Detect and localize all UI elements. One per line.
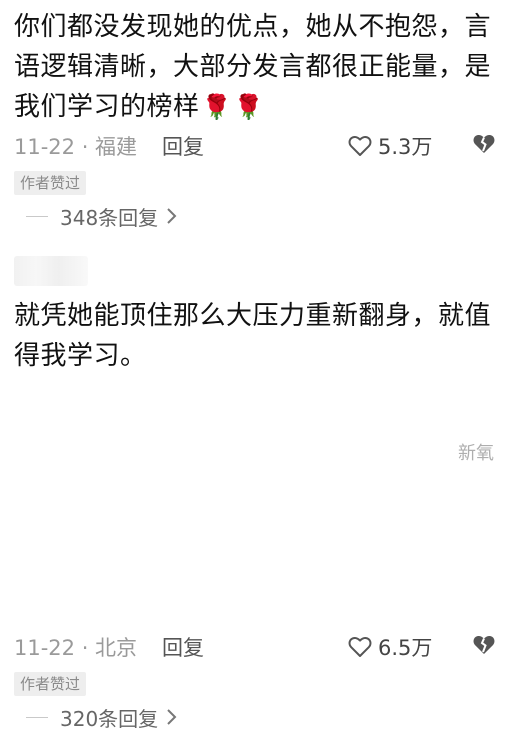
author-liked-badge: 作者赞过	[14, 171, 87, 195]
like-button[interactable]: 5.3万	[348, 131, 432, 161]
dislike-button[interactable]	[472, 133, 496, 160]
like-count: 5.3万	[378, 135, 433, 159]
rose-icon: 🌹	[201, 93, 232, 121]
comment-text: 你们都没发现她的优点，她从不抱怨，言语逻辑清晰，大部分发言都很正能量，是我们学习…	[14, 7, 492, 127]
broken-heart-icon	[473, 635, 495, 654]
chevron-right-icon	[167, 709, 177, 725]
dislike-button[interactable]	[472, 634, 496, 661]
reply-button[interactable]: 回复	[162, 131, 204, 161]
heart-outline-icon	[348, 135, 372, 156]
chevron-right-icon	[167, 208, 177, 224]
author-liked-badge: 作者赞过	[14, 672, 87, 696]
replies-count: 348条回复	[60, 205, 159, 230]
like-button[interactable]: 6.5万	[348, 632, 432, 662]
broken-heart-icon	[473, 134, 495, 153]
comment-meta: 11-22 · 北京 回复 6.5万	[14, 632, 496, 662]
reply-button[interactable]: 回复	[162, 632, 204, 662]
comment-meta: 11-22 · 福建 回复 5.3万	[14, 131, 496, 161]
divider-dash	[26, 215, 48, 217]
divider-dash	[26, 716, 48, 718]
blurred-username	[14, 256, 88, 286]
comment-time-location: 11-22 · 福建	[14, 135, 138, 159]
comment-text: 就凭她能顶住那么大压力重新翻身，就值得我学习。	[14, 301, 492, 371]
view-replies-link[interactable]: 320条回复	[26, 702, 178, 732]
rose-icon: 🌹	[233, 93, 265, 121]
watermark: 新氧	[458, 443, 494, 464]
heart-outline-icon	[348, 636, 372, 657]
view-replies-link[interactable]: 348条回复	[26, 201, 178, 231]
comment-time-location: 11-22 · 北京	[14, 636, 138, 660]
like-count: 6.5万	[378, 636, 433, 660]
replies-count: 320条回复	[60, 706, 159, 731]
